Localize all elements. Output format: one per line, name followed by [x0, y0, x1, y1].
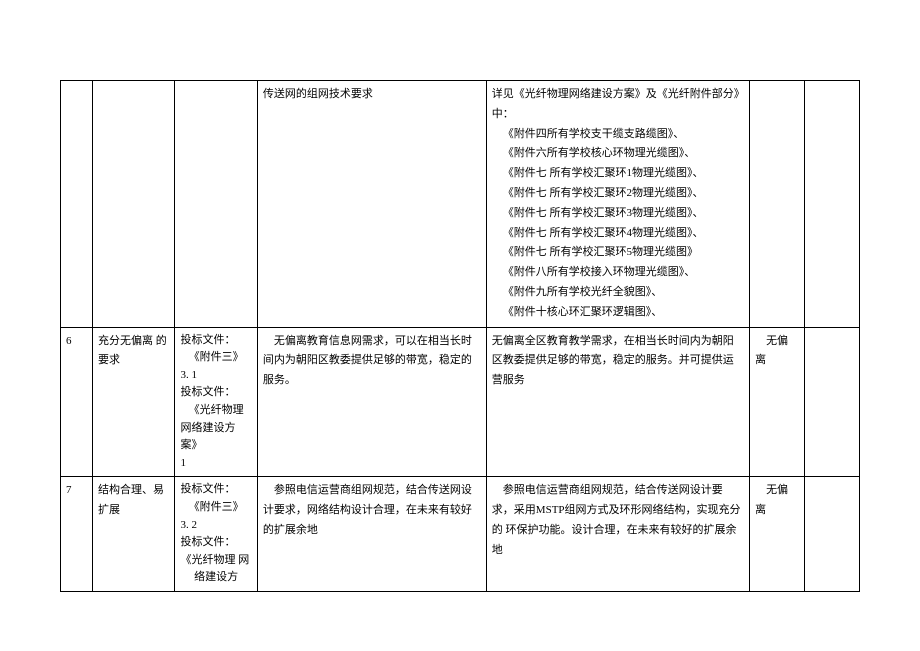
cell-num: 6: [61, 327, 93, 477]
cell-extra: [805, 477, 860, 592]
cell-num: 7: [61, 477, 93, 592]
cell-extra: [805, 327, 860, 477]
cell-response: 参照电信运营商组网规范，结合传送网设计要求，采用MSTP组网方式及环形网络结构，…: [486, 477, 749, 592]
cell-item: [93, 81, 175, 328]
cell-deviation: 无偏离: [750, 327, 805, 477]
cell-requirement: 传送网的组网技术要求: [257, 81, 486, 328]
cell-item: 结构合理、易扩展: [93, 477, 175, 592]
cell-response: 无偏离全区教育教学需求，在相当长时间内为朝阳区教委提供足够的带宽，稳定的服务。并…: [486, 327, 749, 477]
spec-table: 传送网的组网技术要求 详见《光纤物理网络建设方案》及《光纤附件部分》中： 《附件…: [60, 80, 860, 592]
cell-num: [61, 81, 93, 328]
cell-item: 充分无偏离 的要求: [93, 327, 175, 477]
cell-source: 投标文件： 《附件三》 3. 1 投标文件： 《光纤物理 网络建设方 案》 1: [175, 327, 257, 477]
table-row: 6 充分无偏离 的要求 投标文件： 《附件三》 3. 1 投标文件： 《光纤物理…: [61, 327, 860, 477]
cell-requirement: 参照电信运营商组网规范，结合传送网设计要求，网络结构设计合理，在未来有较好的扩展…: [257, 477, 486, 592]
cell-extra: [805, 81, 860, 328]
cell-requirement: 无偏离教育信息网需求，可以在相当长时间内为朝阳区教委提供足够的带宽，稳定的服务。: [257, 327, 486, 477]
cell-deviation: [750, 81, 805, 328]
cell-deviation: 无偏离: [750, 477, 805, 592]
table-row: 7 结构合理、易扩展 投标文件： 《附件三》 3. 2 投标文件： 《光纤物理 …: [61, 477, 860, 592]
cell-response: 详见《光纤物理网络建设方案》及《光纤附件部分》中： 《附件四所有学校支干缆支路缆…: [486, 81, 749, 328]
cell-source: 投标文件： 《附件三》 3. 2 投标文件： 《光纤物理 网 络建设方: [175, 477, 257, 592]
table-row: 传送网的组网技术要求 详见《光纤物理网络建设方案》及《光纤附件部分》中： 《附件…: [61, 81, 860, 328]
cell-source: [175, 81, 257, 328]
